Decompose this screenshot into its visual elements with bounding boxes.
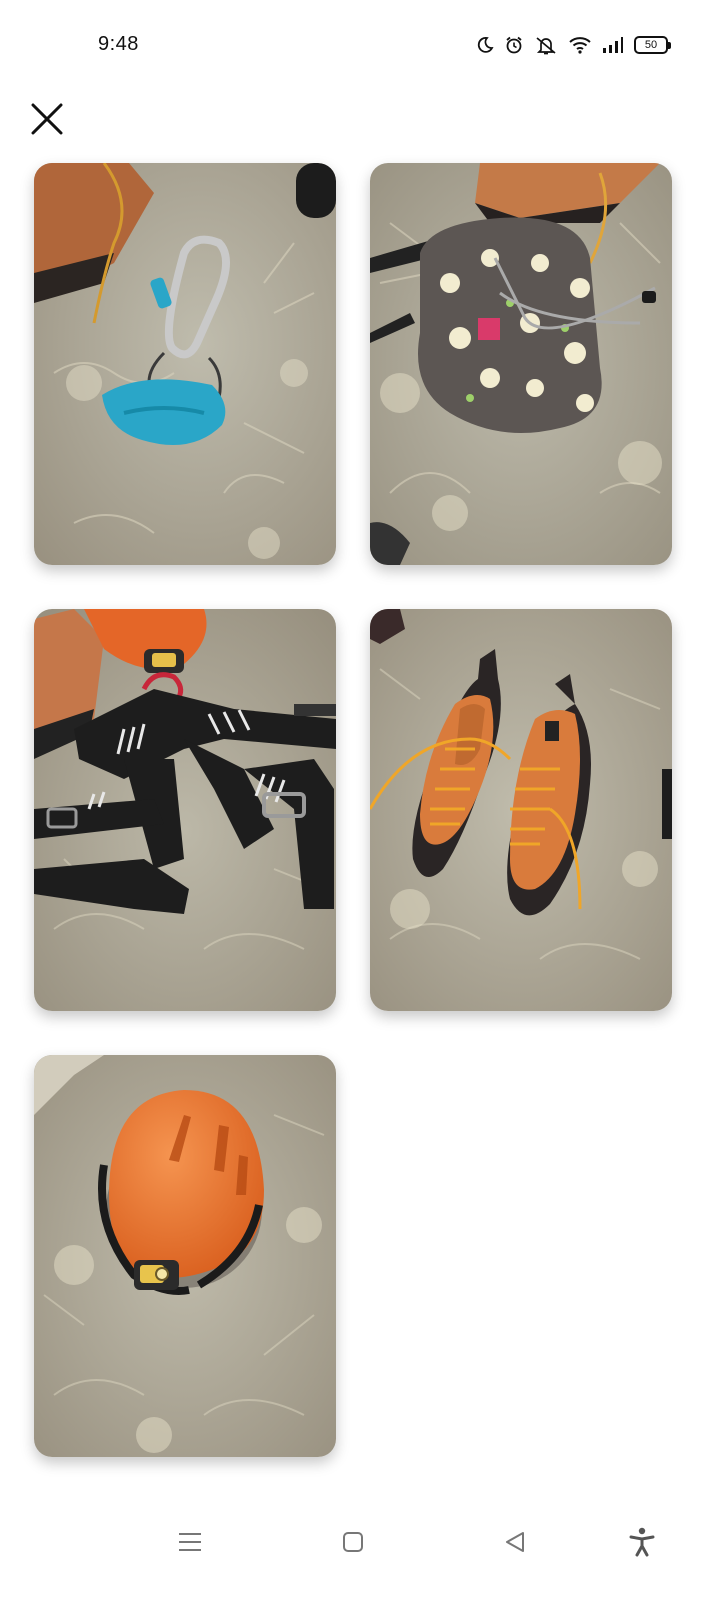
battery-icon: 50 xyxy=(634,36,671,54)
photo-climbing-shoes[interactable] xyxy=(370,609,672,1011)
photo-carabiner-belay-device[interactable] xyxy=(34,163,336,565)
back-button[interactable] xyxy=(491,1518,539,1566)
home-button[interactable] xyxy=(329,1518,377,1566)
alarm-icon xyxy=(504,35,524,55)
photo-image xyxy=(370,163,672,565)
photo-image xyxy=(34,1055,336,1457)
close-icon xyxy=(31,103,63,135)
battery-level: 50 xyxy=(644,38,658,51)
accessibility-icon xyxy=(629,1527,655,1557)
menu-icon xyxy=(179,1533,201,1551)
photo-picker-screen: 9:48 50 xyxy=(0,0,720,1600)
recents-button[interactable] xyxy=(166,1518,214,1566)
wifi-icon xyxy=(568,35,592,55)
mute-icon xyxy=(534,35,558,55)
photo-helmet-headlamp[interactable] xyxy=(34,1055,336,1457)
photo-chalk-bag[interactable] xyxy=(370,163,672,565)
photo-climbing-harness[interactable] xyxy=(34,609,336,1011)
photo-image xyxy=(370,609,672,1011)
status-bar: 9:48 50 xyxy=(0,0,720,90)
moon-icon xyxy=(476,36,494,54)
home-icon xyxy=(343,1532,363,1552)
signal-icon xyxy=(602,36,624,54)
close-button[interactable] xyxy=(26,98,68,140)
photo-image xyxy=(34,163,336,565)
back-icon xyxy=(506,1532,524,1552)
photo-image xyxy=(34,609,336,1011)
status-icons: 50 xyxy=(476,32,671,58)
navigation-bar xyxy=(0,1500,720,1600)
status-time: 9:48 xyxy=(98,33,139,55)
accessibility-button[interactable] xyxy=(618,1518,666,1566)
